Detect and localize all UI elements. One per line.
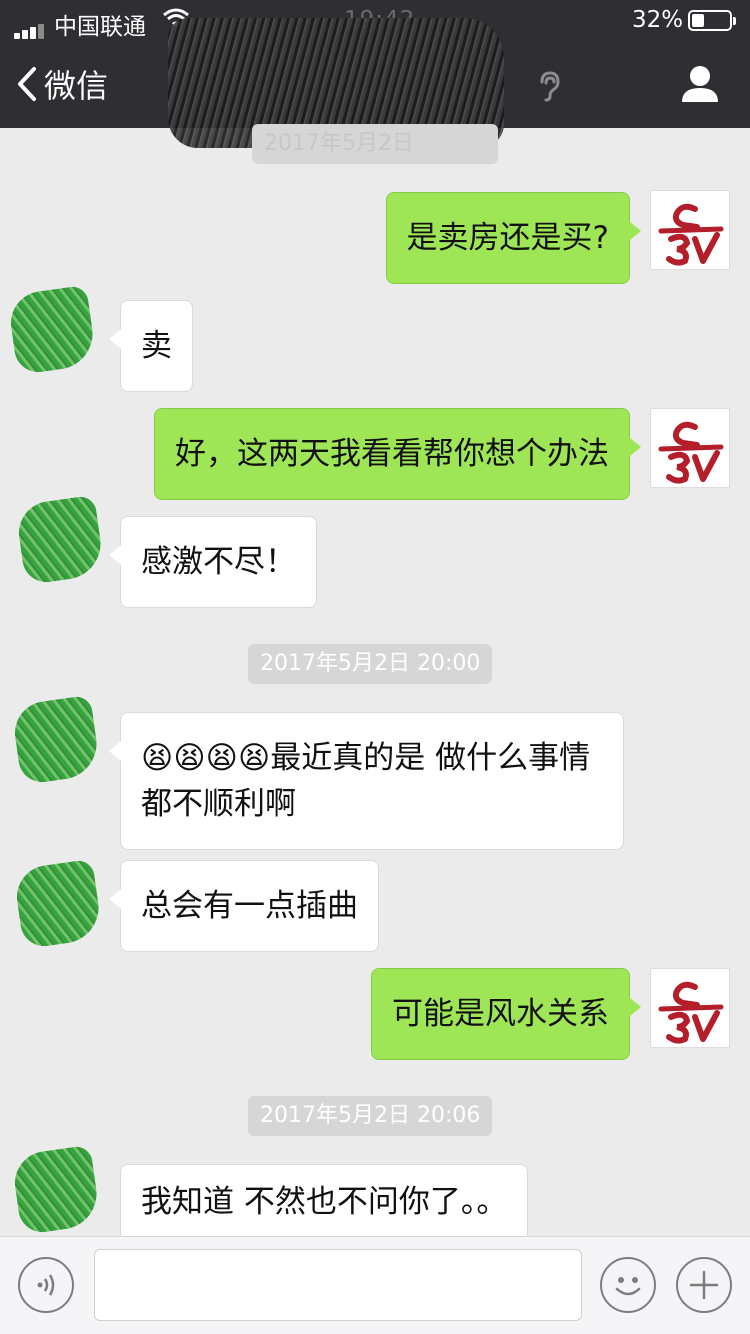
- signal-icon: [14, 13, 46, 39]
- avatar-contact[interactable]: [6, 284, 98, 376]
- avatar-contact[interactable]: [12, 858, 104, 950]
- plus-icon: [689, 1270, 719, 1300]
- avatar-self[interactable]: [650, 408, 730, 488]
- logo-icon: [658, 203, 724, 266]
- voice-button[interactable]: [18, 1257, 74, 1313]
- timestamp: 2017年5月2日 20:06: [248, 1096, 493, 1136]
- message-bubble-self[interactable]: 好，这两天我看看帮你想个办法: [154, 408, 641, 500]
- timestamp: 2017年5月2日 20:00: [248, 644, 493, 684]
- avatar-self[interactable]: [650, 968, 730, 1048]
- ear-icon: [540, 71, 560, 102]
- message-bubble-contact[interactable]: 感激不尽！: [109, 516, 317, 608]
- message-bubble-contact[interactable]: 卖: [109, 300, 193, 392]
- input-bar: [0, 1236, 750, 1334]
- message-bubble-contact[interactable]: 😫😫😫😫最近真的是 做什么事情都不顺利啊: [109, 712, 624, 850]
- avatar-contact[interactable]: [14, 494, 106, 586]
- message-bubble-self[interactable]: 是卖房还是买?: [385, 192, 642, 284]
- back-button[interactable]: 微信: [16, 60, 108, 108]
- person-icon[interactable]: [680, 64, 720, 104]
- avatar-contact[interactable]: [10, 694, 102, 786]
- logo-icon: [658, 421, 724, 484]
- back-label: 微信: [44, 67, 109, 105]
- message-bubble-contact[interactable]: 总会有一点插曲: [109, 860, 379, 952]
- logo-icon: [658, 981, 724, 1044]
- add-button[interactable]: [676, 1257, 732, 1313]
- voice-icon: [37, 1274, 55, 1296]
- emoji-icon: [615, 1277, 641, 1296]
- chevron-left-icon: [18, 67, 36, 101]
- timestamp: 2017年5月2日: [252, 124, 498, 164]
- emoji-button[interactable]: [600, 1257, 656, 1313]
- message-bubble-contact[interactable]: 我知道 不然也不问你了。。: [120, 1164, 529, 1236]
- avatar-contact[interactable]: [10, 1144, 102, 1236]
- carrier-label: 中国联通: [54, 14, 146, 40]
- message-bubble-self[interactable]: 可能是风水关系: [371, 968, 641, 1060]
- avatar-self[interactable]: [650, 190, 730, 270]
- battery-percent: 32%: [632, 7, 684, 33]
- message-input[interactable]: [94, 1249, 582, 1321]
- nav-bar: 中国联通 19:42 32% 微信: [0, 0, 750, 148]
- battery-icon: [688, 10, 736, 31]
